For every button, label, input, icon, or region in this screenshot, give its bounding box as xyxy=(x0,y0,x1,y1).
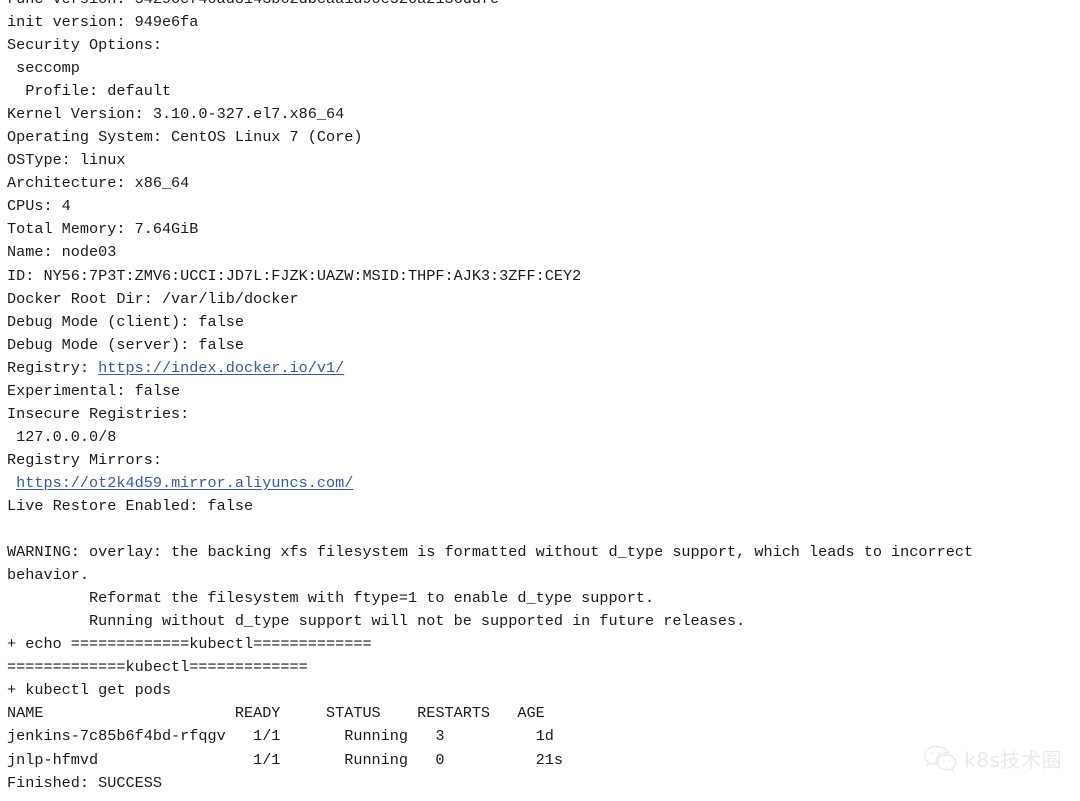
console-line-echo-output: =============kubectl============= xyxy=(7,658,308,677)
console-line: init version: 949e6fa xyxy=(7,13,199,31)
pods-table-header: NAME READY STATUS RESTARTS AGE xyxy=(7,704,545,723)
console-line: Security Options: xyxy=(7,36,162,55)
console-line: Docker Root Dir: /var/lib/docker xyxy=(7,289,299,308)
terminal-console-output: runc version: 54296cf40ad8143b62dbcaa1d9… xyxy=(0,0,1080,801)
console-line: Total Memory: 7.64GiB xyxy=(7,220,199,239)
console-line: Insecure Registries: xyxy=(7,404,190,423)
console-line-docker-id: ID: NY56:7P3T:ZMV6:UCCI:JD7L:FJZK:UAZW:M… xyxy=(7,266,582,285)
console-line: Operating System: CentOS Linux 7 (Core) xyxy=(7,128,363,147)
mirror-indent xyxy=(7,474,16,492)
registry-label: Registry: xyxy=(7,358,99,377)
console-line: CPUs: 4 xyxy=(7,197,71,216)
console-line: Architecture: x86_64 xyxy=(7,174,190,193)
registry-url-link[interactable]: https://index.docker.io/v1/ xyxy=(98,359,344,377)
console-line-text: runc version: 54296cf40ad8143b62dbcaa1d9… xyxy=(7,0,499,11)
console-line: Profile: default xyxy=(7,82,172,101)
console-line: Debug Mode (server): false xyxy=(7,335,244,354)
console-line: behavior. xyxy=(7,566,90,585)
pods-table-row: jnlp-hfmvd 1/1 Running 0 21s xyxy=(7,750,563,769)
console-line: Live Restore Enabled: false xyxy=(7,496,254,515)
pods-table-row: jenkins-7c85b6f4bd-rfqgv 1/1 Running 3 1… xyxy=(7,727,554,746)
console-line: OSType: linux xyxy=(7,151,126,170)
console-line-kubectl-command: + kubectl get pods xyxy=(7,681,172,700)
console-line: Registry Mirrors: xyxy=(7,450,162,469)
console-line-registry: Registry: https://index.docker.io/v1/ xyxy=(7,357,1080,380)
console-line: seccomp xyxy=(7,59,80,78)
console-line: Debug Mode (client): false xyxy=(7,312,244,331)
console-line-registry-mirror: https://ot2k4d59.mirror.aliyuncs.com/ xyxy=(7,472,1080,495)
console-line: Name: node03 xyxy=(7,243,117,262)
console-line-finished-status: Finished: SUCCESS xyxy=(7,773,162,792)
console-line: runc version: 54296cf40ad8143b62dbcaa1d9… xyxy=(7,0,1080,11)
console-line: Running without d_type support will not … xyxy=(7,612,746,631)
console-line-echo-command: + echo =============kubectl============= xyxy=(7,635,372,654)
registry-mirror-url-link[interactable]: https://ot2k4d59.mirror.aliyuncs.com/ xyxy=(16,474,353,492)
console-line: Kernel Version: 3.10.0-327.el7.x86_64 xyxy=(7,105,345,124)
console-line: 127.0.0.0/8 xyxy=(7,427,117,446)
console-line-warning: WARNING: overlay: the backing xfs filesy… xyxy=(7,543,974,562)
console-line: Reformat the filesystem with ftype=1 to … xyxy=(7,589,655,608)
console-line: Experimental: false xyxy=(7,381,181,400)
